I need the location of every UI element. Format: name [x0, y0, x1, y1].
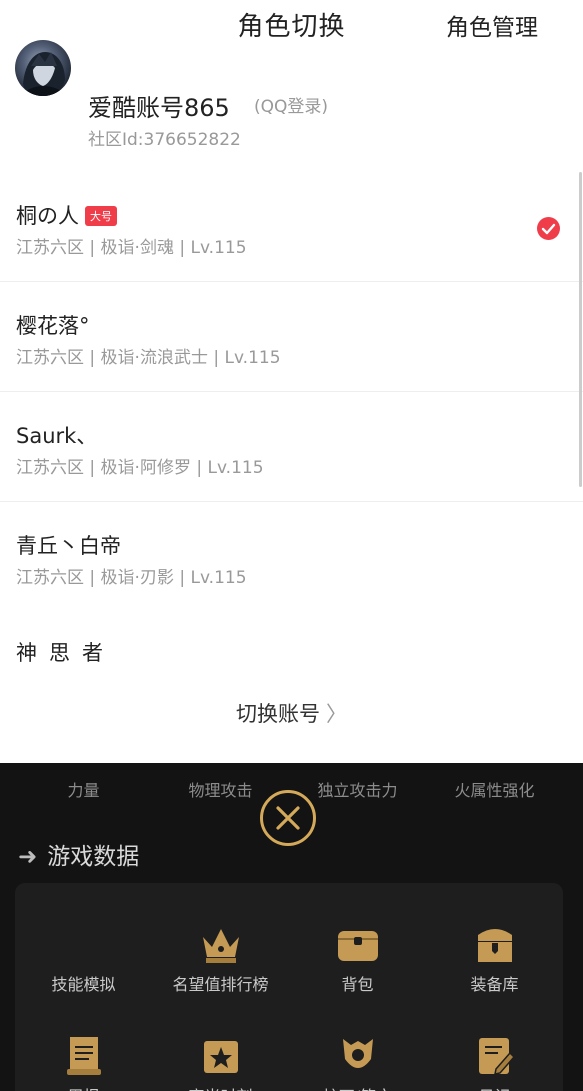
- role-name: 樱花落°: [16, 314, 90, 338]
- tile-label: 装备库: [470, 975, 519, 994]
- role-manage-button[interactable]: 角色管理: [446, 8, 538, 42]
- tile-label: 护石/符文: [289, 1083, 426, 1091]
- tile-label: 背包: [341, 975, 374, 994]
- role-item[interactable]: 青丘丶白帝 江苏六区 | 极诣·刃影 | Lv.115: [0, 502, 583, 612]
- arrow-right-icon: ➜: [18, 844, 38, 870]
- role-name: 青丘丶白帝: [16, 534, 121, 558]
- selected-check-icon: [537, 217, 560, 240]
- tile-highlights[interactable]: 高光时刻: [152, 1033, 289, 1091]
- avatar: [15, 40, 71, 96]
- sheet-header: 角色切换 角色管理: [0, 0, 583, 50]
- chevron-right-icon: 〉: [326, 702, 347, 726]
- stat-label: 力量: [67, 781, 100, 800]
- tile-label: 技能模拟: [51, 975, 116, 994]
- account-name: 爱酷账号865: [88, 94, 230, 122]
- scroll-icon: [66, 1037, 101, 1075]
- role-info: 江苏六区 | 极诣·刃影 | Lv.115: [16, 568, 247, 588]
- role-item[interactable]: 桐の人 大号 江苏六区 | 极诣·剑魂 | Lv.115: [0, 172, 583, 282]
- tile-label: 周报: [15, 1083, 152, 1091]
- stat-label: 火属性强化: [454, 781, 535, 800]
- tile-bag[interactable]: 背包: [289, 921, 426, 995]
- role-item-partial[interactable]: 神思者: [16, 637, 115, 667]
- main-account-badge: 大号: [85, 206, 117, 226]
- community-id: 社区Id:376652822: [88, 130, 241, 150]
- game-data-card: 技能模拟 名望值排行榜 背包 装备库: [15, 883, 563, 1091]
- tile-fame-rank[interactable]: 名望值排行榜: [152, 921, 289, 995]
- tile-diary[interactable]: 日记: [426, 1033, 563, 1091]
- role-info: 江苏六区 | 极诣·剑魂 | Lv.115: [16, 238, 247, 258]
- role-info: 江苏六区 | 极诣·阿修罗 | Lv.115: [16, 458, 264, 478]
- role-name: 桐の人 大号: [16, 200, 117, 230]
- crown-icon: [202, 929, 239, 963]
- treasure-chest-icon: [477, 929, 512, 962]
- login-type: (QQ登录): [254, 97, 329, 117]
- role-item[interactable]: 樱花落° 江苏六区 | 极诣·流浪武士 | Lv.115: [0, 282, 583, 392]
- role-switch-sheet: 角色切换 角色管理 爱酷账号865 (QQ登录) 社区Id:376652822 …: [0, 0, 583, 763]
- tile-skill-sim[interactable]: 技能模拟: [15, 921, 152, 995]
- scrollbar[interactable]: [579, 172, 582, 487]
- tile-equipment[interactable]: 装备库: [426, 921, 563, 995]
- section-title: ➜ 游戏数据: [18, 844, 140, 870]
- tile-talisman[interactable]: 护石/符文: [289, 1033, 426, 1091]
- star-box-icon: [203, 1041, 238, 1073]
- close-button[interactable]: [260, 790, 316, 846]
- tile-label: 高光时刻: [152, 1083, 289, 1091]
- shield-crest-icon: [342, 1039, 373, 1068]
- tile-weekly-report[interactable]: 周报: [15, 1033, 152, 1091]
- switch-account-button[interactable]: 切换账号〉: [0, 698, 583, 728]
- bag-icon: [337, 931, 378, 961]
- skill-sim-icon: [61, 921, 107, 967]
- role-name: Saurk、: [16, 424, 98, 448]
- close-icon: [276, 806, 300, 830]
- diary-icon: [478, 1038, 515, 1075]
- tile-label: 日记: [426, 1083, 563, 1091]
- tile-label: 名望值排行榜: [172, 975, 269, 994]
- role-info: 江苏六区 | 极诣·流浪武士 | Lv.115: [16, 348, 281, 368]
- role-item[interactable]: Saurk、 江苏六区 | 极诣·阿修罗 | Lv.115: [0, 392, 583, 502]
- role-list: 桐の人 大号 江苏六区 | 极诣·剑魂 | Lv.115 樱花落° 江苏六区 | …: [0, 172, 583, 612]
